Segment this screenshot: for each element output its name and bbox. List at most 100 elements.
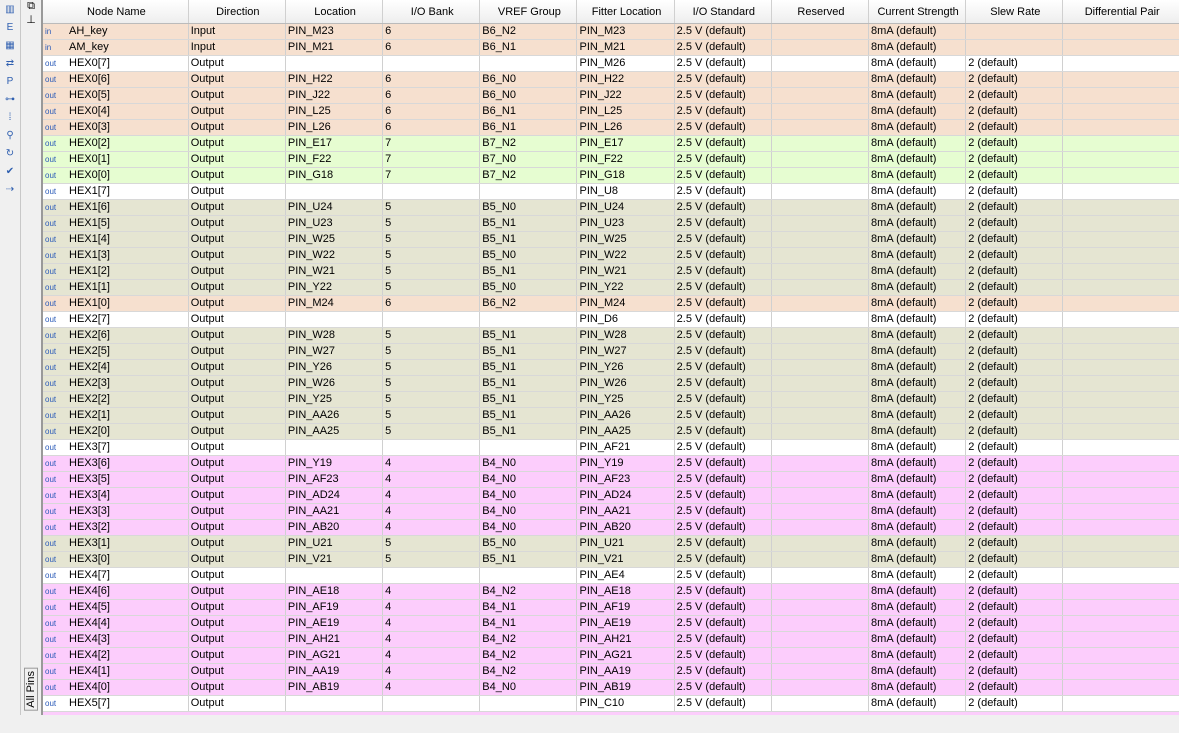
cell-fitter-location[interactable]: PIN_V21 — [577, 552, 675, 567]
cell-location[interactable] — [286, 568, 384, 583]
cell-vref-group[interactable]: B6_N1 — [480, 104, 578, 119]
cell-fitter-location[interactable]: PIN_M26 — [577, 56, 675, 71]
cell-i-o-standard[interactable]: 2.5 V (default) — [675, 472, 772, 487]
cell-fitter-location[interactable]: PIN_AF21 — [577, 440, 675, 455]
cell-slew-rate[interactable]: 2 (default) — [966, 104, 1064, 119]
cell-fitter-location[interactable]: PIN_L26 — [577, 120, 675, 135]
cell-current-strength[interactable]: 8mA (default) — [869, 488, 967, 503]
cell-node-name[interactable]: out HEX3[5] — [43, 472, 189, 487]
float-window-icon[interactable]: ⧉ — [21, 0, 41, 13]
cell-reserved[interactable] — [772, 616, 870, 631]
cell-current-strength[interactable]: 8mA (default) — [869, 296, 967, 311]
cell-vref-group[interactable]: B5_N1 — [480, 328, 578, 343]
cell-vref-group[interactable]: B4_N1 — [480, 600, 578, 615]
cell-location[interactable]: PIN_J22 — [286, 88, 384, 103]
cell-current-strength[interactable]: 8mA (default) — [869, 232, 967, 247]
cell-vref-group[interactable]: B5_N1 — [480, 376, 578, 391]
cell-current-strength[interactable]: 8mA (default) — [869, 616, 967, 631]
cell-vref-group[interactable]: B5_N1 — [480, 232, 578, 247]
cell-i-o-bank[interactable]: 5 — [383, 328, 481, 343]
cell-location[interactable]: PIN_AF23 — [286, 472, 384, 487]
cell-current-strength[interactable]: 8mA (default) — [869, 104, 967, 119]
table-row[interactable]: out HEX4[3] Output PIN_AH21 4 B4_N2 PIN_AH21 2.… — [43, 632, 1179, 648]
cell-vref-group[interactable]: B6_N2 — [480, 24, 578, 39]
cell-slew-rate[interactable]: 2 (default) — [966, 472, 1064, 487]
cell-i-o-standard[interactable]: 2.5 V (default) — [675, 536, 772, 551]
cell-i-o-standard[interactable]: 2.5 V (default) — [675, 104, 772, 119]
cell-slew-rate[interactable]: 2 (default) — [966, 200, 1064, 215]
cell-node-name[interactable]: out HEX2[6] — [43, 328, 189, 343]
cell-slew-rate[interactable]: 2 (default) — [966, 312, 1064, 327]
cell-differential-pair[interactable] — [1063, 616, 1179, 631]
table-row[interactable]: out HEX0[5] Output PIN_J22 6 B6_N0 PIN_J22 2.5 … — [43, 88, 1179, 104]
io-assign-icon[interactable]: ⇢ — [2, 182, 18, 198]
cell-vref-group[interactable]: B6_N0 — [480, 88, 578, 103]
cell-current-strength[interactable]: 8mA (default) — [869, 360, 967, 375]
cell-vref-group[interactable]: B4_N1 — [480, 616, 578, 631]
cell-i-o-standard[interactable]: 2.5 V (default) — [675, 616, 772, 631]
cell-node-name[interactable]: out HEX2[1] — [43, 408, 189, 423]
cell-node-name[interactable]: out HEX1[0] — [43, 296, 189, 311]
table-row[interactable]: out HEX1[2] Output PIN_W21 5 B5_N1 PIN_W21 2.5 … — [43, 264, 1179, 280]
cell-vref-group[interactable] — [480, 568, 578, 583]
cell-vref-group[interactable]: B4_N2 — [480, 584, 578, 599]
cell-node-name[interactable]: out HEX2[2] — [43, 392, 189, 407]
cell-current-strength[interactable]: 8mA (default) — [869, 328, 967, 343]
cell-direction[interactable]: Output — [189, 584, 286, 599]
cell-i-o-standard[interactable]: 2.5 V (default) — [675, 264, 772, 279]
binoculars-icon[interactable]: ⚲ — [2, 128, 18, 144]
cell-current-strength[interactable]: 8mA (default) — [869, 664, 967, 679]
swap-icon[interactable]: ⇄ — [2, 56, 18, 72]
cell-current-strength[interactable]: 8mA (default) — [869, 264, 967, 279]
cell-location[interactable]: PIN_H22 — [286, 72, 384, 87]
cell-node-name[interactable]: out HEX1[7] — [43, 184, 189, 199]
cell-reserved[interactable] — [772, 648, 870, 663]
cell-differential-pair[interactable] — [1063, 584, 1179, 599]
cell-i-o-bank[interactable]: 6 — [383, 24, 481, 39]
cell-current-strength[interactable]: 8mA (default) — [869, 696, 967, 711]
cell-vref-group[interactable]: B4_N0 — [480, 472, 578, 487]
cell-current-strength[interactable]: 8mA (default) — [869, 88, 967, 103]
cell-fitter-location[interactable]: PIN_W28 — [577, 328, 675, 343]
cell-node-name[interactable]: out HEX3[3] — [43, 504, 189, 519]
table-row[interactable]: out HEX1[5] Output PIN_U23 5 B5_N1 PIN_U23 2.5 … — [43, 216, 1179, 232]
cell-location[interactable]: PIN_Y22 — [286, 280, 384, 295]
cell-fitter-location[interactable]: PIN_U8 — [577, 184, 675, 199]
cell-current-strength[interactable]: 8mA (default) — [869, 424, 967, 439]
table-row[interactable]: out HEX1[4] Output PIN_W25 5 B5_N1 PIN_W25 2.5 … — [43, 232, 1179, 248]
cell-reserved[interactable] — [772, 216, 870, 231]
cell-differential-pair[interactable] — [1063, 408, 1179, 423]
cell-current-strength[interactable]: 8mA (default) — [869, 40, 967, 55]
cell-direction[interactable]: Output — [189, 472, 286, 487]
cell-current-strength[interactable]: 8mA (default) — [869, 456, 967, 471]
cell-differential-pair[interactable] — [1063, 360, 1179, 375]
cell-fitter-location[interactable]: PIN_AF19 — [577, 600, 675, 615]
cell-i-o-standard[interactable]: 2.5 V (default) — [675, 248, 772, 263]
cell-direction[interactable]: Output — [189, 168, 286, 183]
cell-fitter-location[interactable]: PIN_AA19 — [577, 664, 675, 679]
cell-reserved[interactable] — [772, 440, 870, 455]
cell-fitter-location[interactable]: PIN_W27 — [577, 344, 675, 359]
cell-differential-pair[interactable] — [1063, 568, 1179, 583]
cell-location[interactable]: PIN_AE18 — [286, 584, 384, 599]
cell-reserved[interactable] — [772, 360, 870, 375]
cell-vref-group[interactable]: B5_N0 — [480, 200, 578, 215]
cell-node-name[interactable]: out HEX4[6] — [43, 584, 189, 599]
table-row[interactable]: out HEX3[2] Output PIN_AB20 4 B4_N0 PIN_AB20 2.… — [43, 520, 1179, 536]
cell-node-name[interactable]: out HEX3[1] — [43, 536, 189, 551]
cell-node-name[interactable]: out HEX4[4] — [43, 616, 189, 631]
cell-slew-rate[interactable]: 2 (default) — [966, 520, 1064, 535]
cell-i-o-standard[interactable]: 2.5 V (default) — [675, 600, 772, 615]
table-row[interactable]: in AM_key Input PIN_M21 6 B6_N1 PIN_M21 2.5 V (… — [43, 40, 1179, 56]
cell-node-name[interactable]: out HEX2[4] — [43, 360, 189, 375]
cell-fitter-location[interactable]: PIN_U23 — [577, 216, 675, 231]
cell-reserved[interactable] — [772, 40, 870, 55]
cell-direction[interactable]: Output — [189, 664, 286, 679]
cell-i-o-standard[interactable]: 2.5 V (default) — [675, 72, 772, 87]
cell-direction[interactable]: Output — [189, 568, 286, 583]
cell-node-name[interactable]: out HEX2[0] — [43, 424, 189, 439]
cell-vref-group[interactable]: B4_N0 — [480, 520, 578, 535]
cell-differential-pair[interactable] — [1063, 376, 1179, 391]
cell-location[interactable]: PIN_AH21 — [286, 632, 384, 647]
cell-direction[interactable]: Output — [189, 88, 286, 103]
